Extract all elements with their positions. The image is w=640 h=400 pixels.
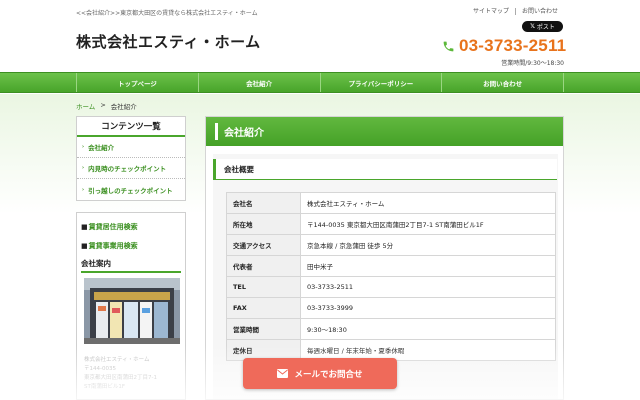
sidebar-contents: コンテンツ一覧 › 会社紹介 › 内見時のチェックポイント › 引っ越しのチェッ… [76, 116, 186, 201]
business-search-label: 賃貸事業用検索 [88, 241, 138, 250]
sitemap-link[interactable]: サイトマップ [467, 8, 515, 15]
phone-number[interactable]: 03-3733-2511 [459, 36, 566, 56]
phone-icon [443, 41, 454, 51]
x-post-label: ポスト [536, 24, 555, 31]
table-label: FAX [226, 297, 301, 319]
mail-button-label: メールでお問合せ [294, 369, 363, 380]
sidebar-item-moving-checkpoints[interactable]: › 引っ越しのチェックポイント [77, 179, 185, 200]
table-row: 代表者 田中米子 [226, 255, 556, 277]
mail-contact-button[interactable]: メールでお問合せ [243, 358, 397, 389]
table-value: 〒144-0035 東京都大田区南蒲田2丁目7-1 ST南蒲田ビル1F [300, 213, 556, 235]
site-logo[interactable]: 株式会社エスティ・ホーム [76, 31, 261, 52]
chevron-right-icon: › [82, 186, 85, 193]
breadcrumb-current: 会社紹介 [110, 103, 137, 111]
header: <<会社紹介>>東京都大田区の賃貸なら株式会社エスティ・ホーム サイトマップ お… [0, 0, 640, 72]
table-value: 03-3733-3999 [300, 297, 556, 319]
breadcrumb: ホーム > 会社紹介 [76, 101, 137, 111]
sidebar-title: コンテンツ一覧 [77, 117, 185, 137]
chevron-right-icon: › [82, 144, 85, 150]
faded-line: 〒144-0035 [84, 366, 116, 372]
square-bullet-icon: ■ [81, 222, 88, 231]
table-row: TEL 03-3733-2511 [226, 276, 556, 298]
sidebar-search: ■ 賃貸居住用検索 ■ 賃貸事業用検索 会社案内 株式会社エスティ・ホーム 〒1… [76, 212, 186, 400]
breadcrumb-home[interactable]: ホーム [76, 101, 95, 111]
header-tagline: <<会社紹介>>東京都大田区の賃貸なら株式会社エスティ・ホーム [76, 10, 258, 17]
top-links: サイトマップ お問い合わせ [467, 8, 564, 15]
table-label: 交通アクセス [226, 234, 301, 256]
x-logo-icon: 𝕏 [530, 23, 535, 30]
table-row: FAX 03-3733-3999 [226, 297, 556, 319]
table-label: 会社名 [226, 192, 301, 214]
table-value: 9:30～18:30 [300, 318, 556, 340]
global-nav: トップページ 会社紹介 プライバシーポリシー お問い合わせ [0, 72, 640, 93]
page: <<会社紹介>>東京都大田区の賃貸なら株式会社エスティ・ホーム サイトマップ お… [0, 0, 640, 400]
table-row: 交通アクセス 京急本線 / 京急蒲田 徒歩 5分 [226, 234, 556, 256]
sidebar-item-label: 引っ越しのチェックポイント [88, 186, 173, 195]
company-info-table: 会社名 株式会社エスティ・ホーム 所在地 〒144-0035 東京都大田区南蒲田2丁目… [226, 192, 556, 361]
table-row: 所在地 〒144-0035 東京都大田区南蒲田2丁目7-1 ST南蒲田ビル1F [226, 213, 556, 235]
residential-search-label: 賃貸居住用検索 [88, 222, 138, 231]
nav-contact[interactable]: お問い合わせ [441, 73, 564, 92]
table-row: 営業時間 9:30～18:30 [226, 318, 556, 340]
faded-line: ST南蒲田ビル1F [84, 384, 126, 390]
phone-block: 03-3733-2511 [442, 36, 566, 56]
faded-line: 東京都大田区南蒲田2丁目7-1 [84, 375, 157, 381]
nav-company[interactable]: 会社紹介 [197, 73, 320, 92]
breadcrumb-separator: > [100, 101, 106, 109]
residential-search-link[interactable]: ■ 賃貸居住用検索 [81, 217, 181, 236]
table-value: 京急本線 / 京急蒲田 徒歩 5分 [300, 234, 556, 256]
contact-top-link[interactable]: お問い合わせ [514, 8, 564, 15]
chevron-right-icon: › [82, 165, 85, 171]
business-search-link[interactable]: ■ 賃貸事業用検索 [81, 236, 181, 255]
table-label: TEL [226, 276, 301, 298]
sidebar-item-company[interactable]: › 会社紹介 [77, 137, 185, 158]
company-info-heading: 会社案内 [81, 256, 181, 273]
table-label: 営業時間 [226, 318, 301, 340]
sidebar-item-label: 会社紹介 [88, 144, 115, 152]
table-value: 03-3733-2511 [300, 276, 556, 298]
table-value: 田中米子 [300, 255, 556, 277]
nav-privacy[interactable]: プライバシーポリシー [319, 73, 442, 92]
company-address-faded: 株式会社エスティ・ホーム 〒144-0035 東京都大田区南蒲田2丁目7-1 S… [81, 356, 181, 392]
table-row: 会社名 株式会社エスティ・ホーム [226, 192, 556, 214]
section-title: 会社概要 [213, 159, 557, 180]
nav-top-page[interactable]: トップページ [76, 73, 198, 92]
table-label: 所在地 [226, 213, 301, 235]
sidebar-item-viewing-checkpoints[interactable]: › 内見時のチェックポイント [77, 158, 185, 179]
sidebar-item-label: 内見時のチェックポイント [88, 165, 167, 173]
mail-icon [277, 369, 289, 378]
storefront-photo [84, 278, 180, 344]
table-label: 代表者 [226, 255, 301, 277]
x-post-button[interactable]: 𝕏 ポスト [522, 21, 563, 32]
table-value: 株式会社エスティ・ホーム [300, 192, 556, 214]
page-title: 会社紹介 [206, 117, 563, 146]
business-hours: 営業時間/9:30～18:30 [501, 60, 564, 67]
square-bullet-icon: ■ [81, 241, 88, 250]
faded-line: 株式会社エスティ・ホーム [84, 357, 150, 363]
